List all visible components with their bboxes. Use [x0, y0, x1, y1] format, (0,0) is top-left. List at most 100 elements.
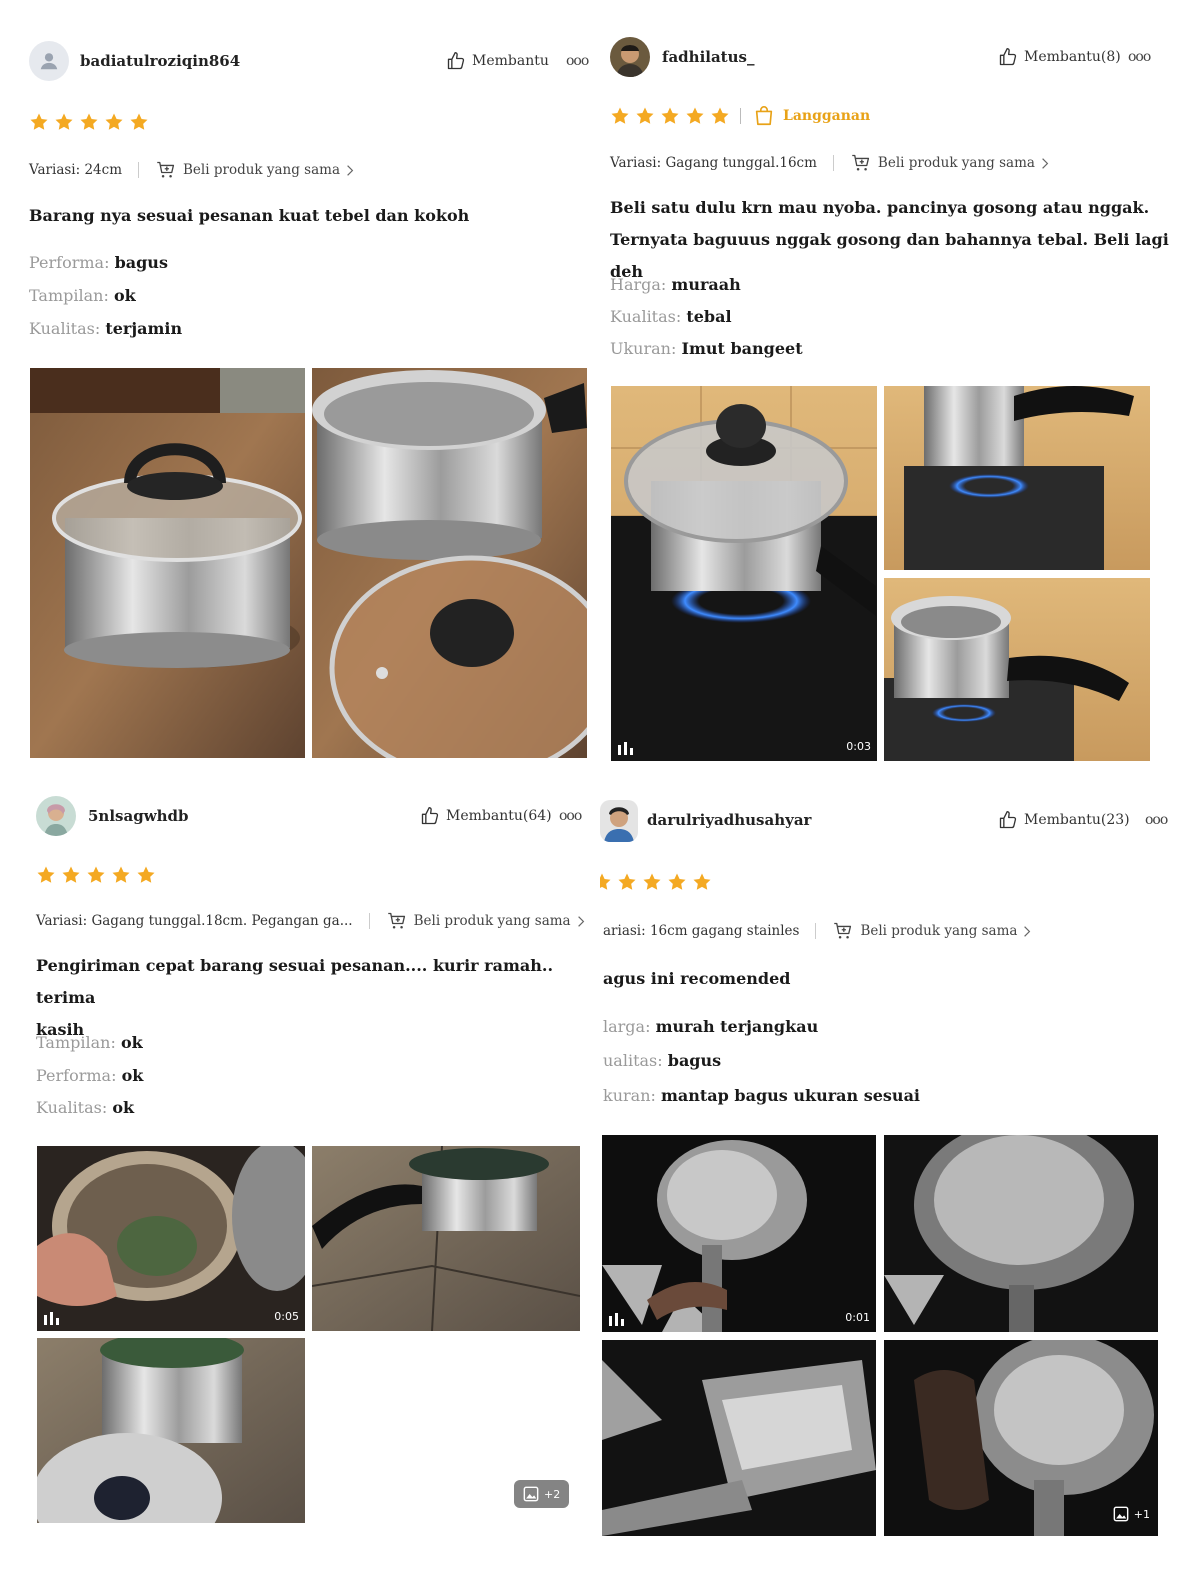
helpful-button[interactable]: Membantu [446, 51, 549, 71]
review-photo[interactable] [312, 1146, 580, 1331]
star-icon [692, 872, 712, 892]
pot-on-stove-photo [611, 386, 877, 761]
attribute-key: Tampilan: [36, 1033, 116, 1052]
image-icon [523, 1486, 539, 1502]
attribute-value: mantap bagus ukuran sesuai [660, 1086, 921, 1105]
variant-row: Variasi: Gagang tunggal.18cm. Pegangan g… [36, 911, 585, 931]
thumbs-up-icon [446, 51, 466, 71]
hand-holding-pot-photo [37, 1146, 305, 1331]
helpful-button[interactable]: Membantu(8) [998, 47, 1121, 67]
attribute-value: tebal [686, 307, 732, 326]
review-video[interactable]: 0:03 [611, 386, 877, 761]
buy-same-link[interactable]: Beli produk yang sama [155, 160, 354, 180]
variant-label: ariasi: 16cm gagang stainles [603, 923, 800, 939]
star-icon [660, 106, 680, 126]
avatar[interactable] [36, 796, 76, 836]
pot-and-lid-photo [37, 1338, 305, 1523]
attribute-key: larga: [603, 1017, 651, 1036]
star-icon [29, 112, 49, 132]
helpful-label: Membantu(64) [446, 808, 552, 824]
review-photo[interactable] [602, 1340, 876, 1536]
attribute-row: kuran: mantap bagus ukuran sesuai [603, 1086, 920, 1105]
thumbs-up-icon [998, 47, 1018, 67]
attribute-key: Kualitas: [29, 319, 101, 338]
rating-stars [36, 865, 156, 885]
avatar-image [610, 37, 650, 77]
star-icon [685, 106, 705, 126]
helpful-button[interactable]: Membantu(64) [420, 806, 552, 826]
thumbs-up-icon [998, 810, 1018, 830]
review-comment: Pengiriman cepat barang sesuai pesanan..… [36, 950, 600, 1046]
chevron-right-icon [1023, 925, 1031, 938]
username[interactable]: 5nlsagwhdb [88, 807, 189, 825]
rating-stars [610, 106, 730, 126]
more-options-icon[interactable]: ooo [559, 808, 582, 824]
shopping-bag-icon [753, 105, 775, 127]
subscription-label: Langganan [783, 108, 871, 124]
pot-handle-photo [602, 1340, 876, 1536]
review-photo[interactable]: +1 [884, 1340, 1158, 1536]
attribute-key: Harga: [610, 275, 667, 294]
more-images-badge[interactable]: +2 [514, 1480, 570, 1508]
avatar[interactable] [29, 41, 69, 81]
attribute-value: Imut bangeet [681, 339, 803, 358]
video-indicator-icon [43, 1311, 61, 1325]
attribute-row: Ukuran: Imut bangeet [610, 339, 803, 358]
more-options-icon[interactable]: ooo [1128, 49, 1151, 65]
pot-bottom-photo [884, 1135, 1158, 1332]
attribute-key: Kualitas: [36, 1098, 108, 1117]
pot-with-lid-photo [30, 368, 305, 758]
star-icon [86, 865, 106, 885]
attribute-key: Tampilan: [29, 286, 109, 305]
review-video[interactable]: 0:05 [37, 1146, 305, 1331]
attribute-value: bagus [114, 253, 168, 272]
attribute-key: Performa: [36, 1066, 117, 1085]
divider [368, 913, 370, 929]
comment-line: agus ini recomended [603, 969, 791, 988]
review-video[interactable]: 0:01 [602, 1135, 876, 1332]
star-icon [667, 872, 687, 892]
chevron-right-icon [1041, 157, 1049, 170]
image-icon [1113, 1506, 1129, 1522]
more-options-icon[interactable]: ooo [1145, 812, 1168, 828]
star-icon [610, 106, 630, 126]
review-photo[interactable] [37, 1338, 305, 1523]
more-images-badge[interactable]: +1 [1113, 1506, 1150, 1522]
buy-same-label: Beli produk yang sama [860, 923, 1018, 939]
review-photo[interactable] [884, 386, 1150, 570]
username[interactable]: fadhilatus_ [662, 48, 754, 66]
attribute-key: Ukuran: [610, 339, 677, 358]
helpful-label: Membantu(23) [1024, 812, 1130, 828]
review-card: 5nlsagwhdb Membantu(64) ooo Variasi: Gag… [0, 790, 600, 1583]
buy-same-link[interactable]: Beli produk yang sama [386, 911, 585, 931]
helpful-button[interactable]: Membantu(23) [998, 810, 1130, 830]
avatar[interactable] [610, 37, 650, 77]
review-photo[interactable] [312, 368, 587, 758]
pot-on-burner-photo [884, 578, 1150, 761]
attribute-key: Performa: [29, 253, 110, 272]
helpful-label: Membantu(8) [1024, 49, 1121, 65]
review-photo[interactable] [30, 368, 305, 758]
review-photo[interactable] [884, 578, 1150, 761]
pot-on-burner-photo [884, 386, 1150, 570]
attribute-row: Tampilan: ok [29, 286, 136, 305]
avatar[interactable] [600, 800, 638, 842]
video-duration: 0:03 [846, 740, 871, 753]
username[interactable]: badiatulroziqin864 [80, 52, 240, 70]
rating-stars [29, 112, 149, 132]
video-duration: 0:01 [845, 1311, 870, 1324]
review-photo[interactable] [884, 1135, 1158, 1332]
buy-same-link[interactable]: Beli produk yang sama [850, 153, 1049, 173]
buy-same-link[interactable]: Beli produk yang sama [832, 921, 1031, 941]
review-comment: Barang nya sesuai pesanan kuat tebel dan… [29, 200, 469, 232]
attribute-key: Kualitas: [610, 307, 682, 326]
buy-same-label: Beli produk yang sama [413, 913, 571, 929]
rating-stars [600, 872, 712, 892]
comment-line: Beli satu dulu krn mau nyoba. pancinya g… [610, 198, 1150, 217]
attribute-row: Tampilan: ok [36, 1033, 143, 1052]
username[interactable]: darulriyadhusahyar [647, 811, 811, 829]
more-options-icon[interactable]: ooo [566, 53, 589, 69]
star-icon [617, 872, 637, 892]
subscription-badge: Langganan [753, 105, 870, 127]
attribute-row: Performa: bagus [29, 253, 168, 272]
